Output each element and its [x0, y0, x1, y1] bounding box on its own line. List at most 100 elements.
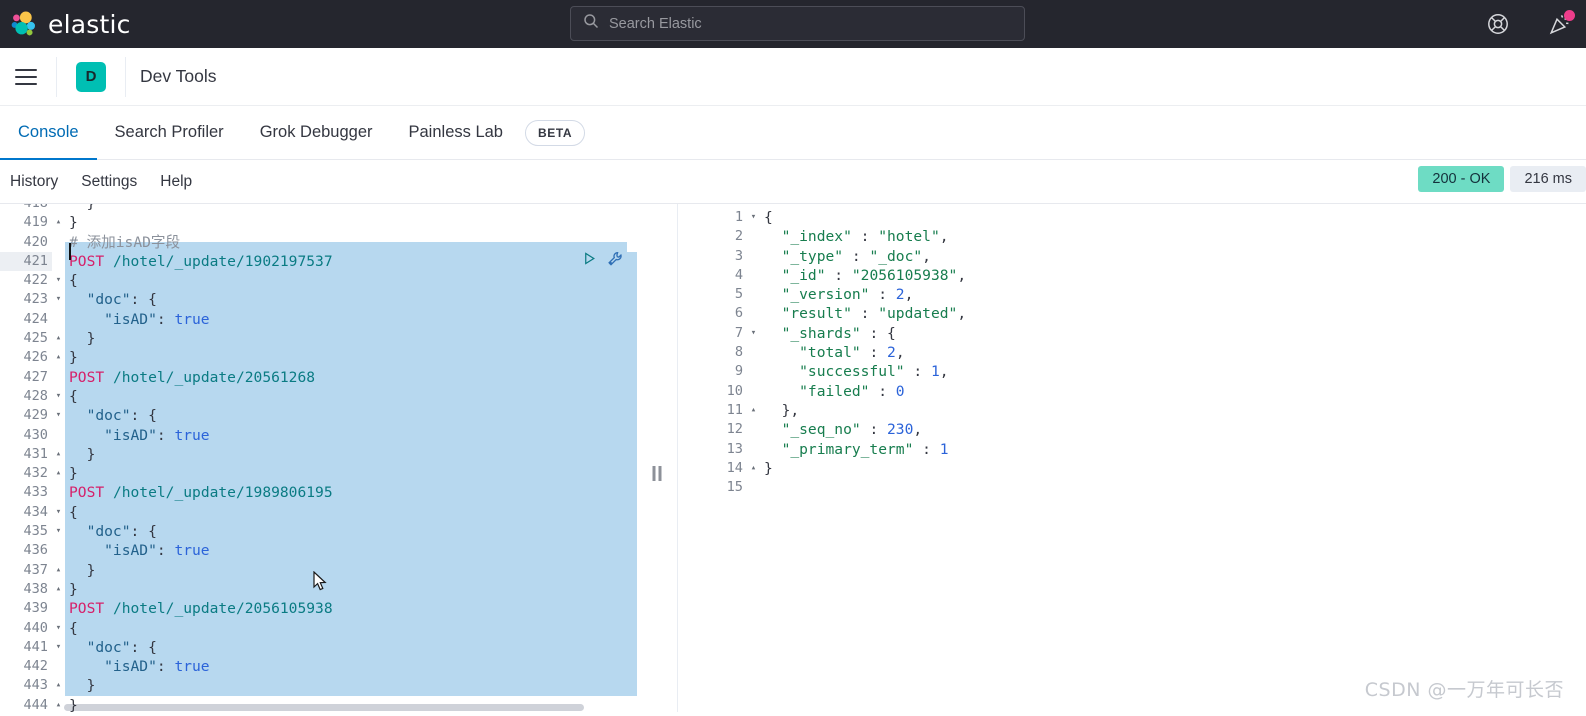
console-tabs: Console Search Profiler Grok Debugger Pa… [0, 106, 1586, 160]
history-button[interactable]: History [10, 173, 58, 191]
line-number: 11 [726, 401, 743, 418]
code-line[interactable]: 425 ▴ } [0, 329, 637, 349]
code-line[interactable]: 13 "_primary_term" : 1 [695, 440, 1586, 459]
code-line[interactable]: 419 ▴} [0, 213, 637, 232]
code-line[interactable]: 424 "isAD": true [0, 309, 637, 330]
code-line[interactable]: 9 "successful" : 1, [695, 362, 1586, 381]
code-line[interactable]: 426 ▴} [0, 348, 637, 368]
brand[interactable]: elastic [0, 9, 131, 39]
fold-toggle-icon[interactable]: ▾ [52, 271, 65, 290]
code-line[interactable]: 14 ▴} [695, 459, 1586, 478]
line-number: 6 [734, 305, 743, 322]
play-triangle-icon[interactable] [582, 251, 597, 271]
help-button[interactable]: Help [160, 173, 192, 191]
fold-toggle-icon[interactable]: ▾ [52, 290, 65, 309]
news-announcements-icon[interactable] [1548, 10, 1575, 36]
fold-toggle-icon[interactable]: ▴ [747, 401, 760, 420]
code-line[interactable]: 436 "isAD": true [0, 541, 637, 561]
line-number: 434 [23, 503, 48, 520]
code-text: "result" : "updated", [764, 305, 967, 323]
fold-toggle-icon[interactable]: ▾ [52, 503, 65, 522]
request-editor[interactable]: 418 }419▴}420# 添加isAD字段421POST /hotel/_u… [0, 204, 637, 712]
code-line[interactable]: 430 "isAD": true [0, 425, 637, 445]
code-line[interactable]: 427 POST /hotel/_update/20561268 [0, 367, 637, 387]
settings-button[interactable]: Settings [81, 173, 137, 191]
pane-splitter[interactable] [637, 204, 677, 712]
fold-toggle-icon[interactable]: ▴ [52, 445, 65, 464]
fold-toggle-icon[interactable]: ▴ [52, 676, 65, 695]
code-line[interactable]: 441 ▾ "doc": { [0, 637, 637, 658]
line-number: 1 [734, 209, 743, 225]
code-line[interactable]: 444 ▴} [0, 696, 637, 712]
tab-painless-lab[interactable]: Painless Lab [391, 106, 521, 159]
text-caret [69, 242, 71, 260]
code-line[interactable]: 420 # 添加isAD字段 [0, 233, 637, 252]
code-line[interactable]: 8 "total" : 2, [695, 343, 1586, 362]
fold-toggle-icon[interactable]: ▾ [52, 406, 65, 425]
code-line[interactable]: 428 ▾{ [0, 386, 637, 407]
fold-toggle-icon[interactable]: ▴ [52, 213, 65, 232]
code-line[interactable]: 440 ▾{ [0, 618, 637, 638]
fold-toggle-icon[interactable]: ▴ [52, 329, 65, 348]
fold-toggle-icon[interactable]: ▴ [52, 348, 65, 367]
code-line[interactable]: 439 POST /hotel/_update/2056105938 [0, 599, 637, 619]
line-number: 439 [23, 600, 48, 617]
fold-toggle-icon[interactable]: ▴ [52, 561, 65, 580]
code-line[interactable]: 434 ▾{ [0, 502, 637, 523]
code-line[interactable]: 438 ▴} [0, 579, 637, 600]
line-number: 429 [23, 407, 48, 424]
response-viewer[interactable]: 1 ▾{2 "_index" : "hotel", 3 "_type" : "_do… [677, 204, 1586, 712]
fold-toggle-icon[interactable]: ▾ [52, 522, 65, 541]
line-number: 422 [23, 272, 48, 289]
fold-toggle-icon[interactable]: ▾ [52, 619, 65, 638]
wrench-icon[interactable] [607, 251, 623, 272]
splitter-grip-icon[interactable] [652, 466, 662, 481]
code-text: # 添加isAD字段 [69, 233, 181, 251]
fold-toggle-icon[interactable]: ▴ [747, 459, 760, 478]
code-line[interactable]: 431 ▴ } [0, 444, 637, 465]
code-line[interactable]: 10 "failed" : 0 [695, 382, 1586, 401]
fold-toggle-icon[interactable]: ▴ [52, 580, 65, 599]
code-line[interactable]: 435 ▾ "doc": { [0, 522, 637, 542]
code-line[interactable]: 422 ▾{ [0, 271, 637, 291]
fold-toggle-icon[interactable]: ▾ [747, 208, 760, 227]
help-lifebuoy-icon[interactable] [1486, 12, 1510, 36]
search-input[interactable]: Search Elastic [609, 16, 702, 32]
code-line[interactable]: 443 ▴ } [0, 676, 637, 696]
line-number: 442 [23, 658, 48, 675]
editor-lines[interactable]: 418 }419▴}420# 添加isAD字段421POST /hotel/_u… [0, 204, 637, 712]
code-line[interactable]: 3 "_type" : "_doc", [695, 247, 1586, 266]
fold-toggle-icon[interactable]: ▾ [52, 387, 65, 406]
code-line[interactable]: 442 "isAD": true [0, 657, 637, 677]
fold-toggle-icon[interactable]: ▴ [52, 464, 65, 483]
code-line[interactable]: 7 ▾ "_shards" : { [695, 324, 1586, 343]
code-text: "successful" : 1, [764, 363, 949, 381]
code-line[interactable]: 437 ▴ } [0, 560, 637, 580]
code-line[interactable]: 15 [695, 478, 1586, 497]
code-text: "total" : 2, [764, 344, 905, 362]
global-search[interactable]: Search Elastic [570, 6, 1025, 41]
brand-name: elastic [48, 9, 131, 39]
code-line[interactable]: 432 ▴} [0, 464, 637, 484]
code-line[interactable]: 433 POST /hotel/_update/1989806195 [0, 483, 637, 503]
code-line[interactable]: 11 ▴ }, [695, 401, 1586, 420]
code-line[interactable]: 4 "_id" : "2056105938", [695, 266, 1586, 285]
code-line[interactable]: 5 "_version" : 2, [695, 285, 1586, 304]
code-line[interactable]: 423 ▾ "doc": { [0, 290, 637, 310]
tab-console[interactable]: Console [0, 106, 97, 160]
code-line[interactable]: 418 } [0, 204, 637, 213]
fold-toggle-icon[interactable]: ▴ [52, 696, 65, 712]
fold-toggle-icon[interactable]: ▾ [52, 638, 65, 657]
code-line[interactable]: 2 "_index" : "hotel", [695, 227, 1586, 246]
fold-toggle-icon[interactable]: ▾ [747, 324, 760, 343]
hamburger-menu-icon[interactable] [15, 64, 37, 90]
code-line[interactable]: 6 "result" : "updated", [695, 304, 1586, 323]
code-line[interactable]: 429 ▾ "doc": { [0, 406, 637, 426]
request-status: 200 - OK 216 ms [1418, 166, 1586, 192]
code-line[interactable]: 1 ▾{ [695, 208, 1586, 227]
tab-grok-debugger[interactable]: Grok Debugger [242, 106, 391, 159]
tab-search-profiler[interactable]: Search Profiler [97, 106, 242, 159]
code-text: { [65, 386, 637, 407]
code-line[interactable]: 421 POST /hotel/_update/1902197537 [0, 251, 637, 272]
code-line[interactable]: 12 "_seq_no" : 230, [695, 420, 1586, 439]
